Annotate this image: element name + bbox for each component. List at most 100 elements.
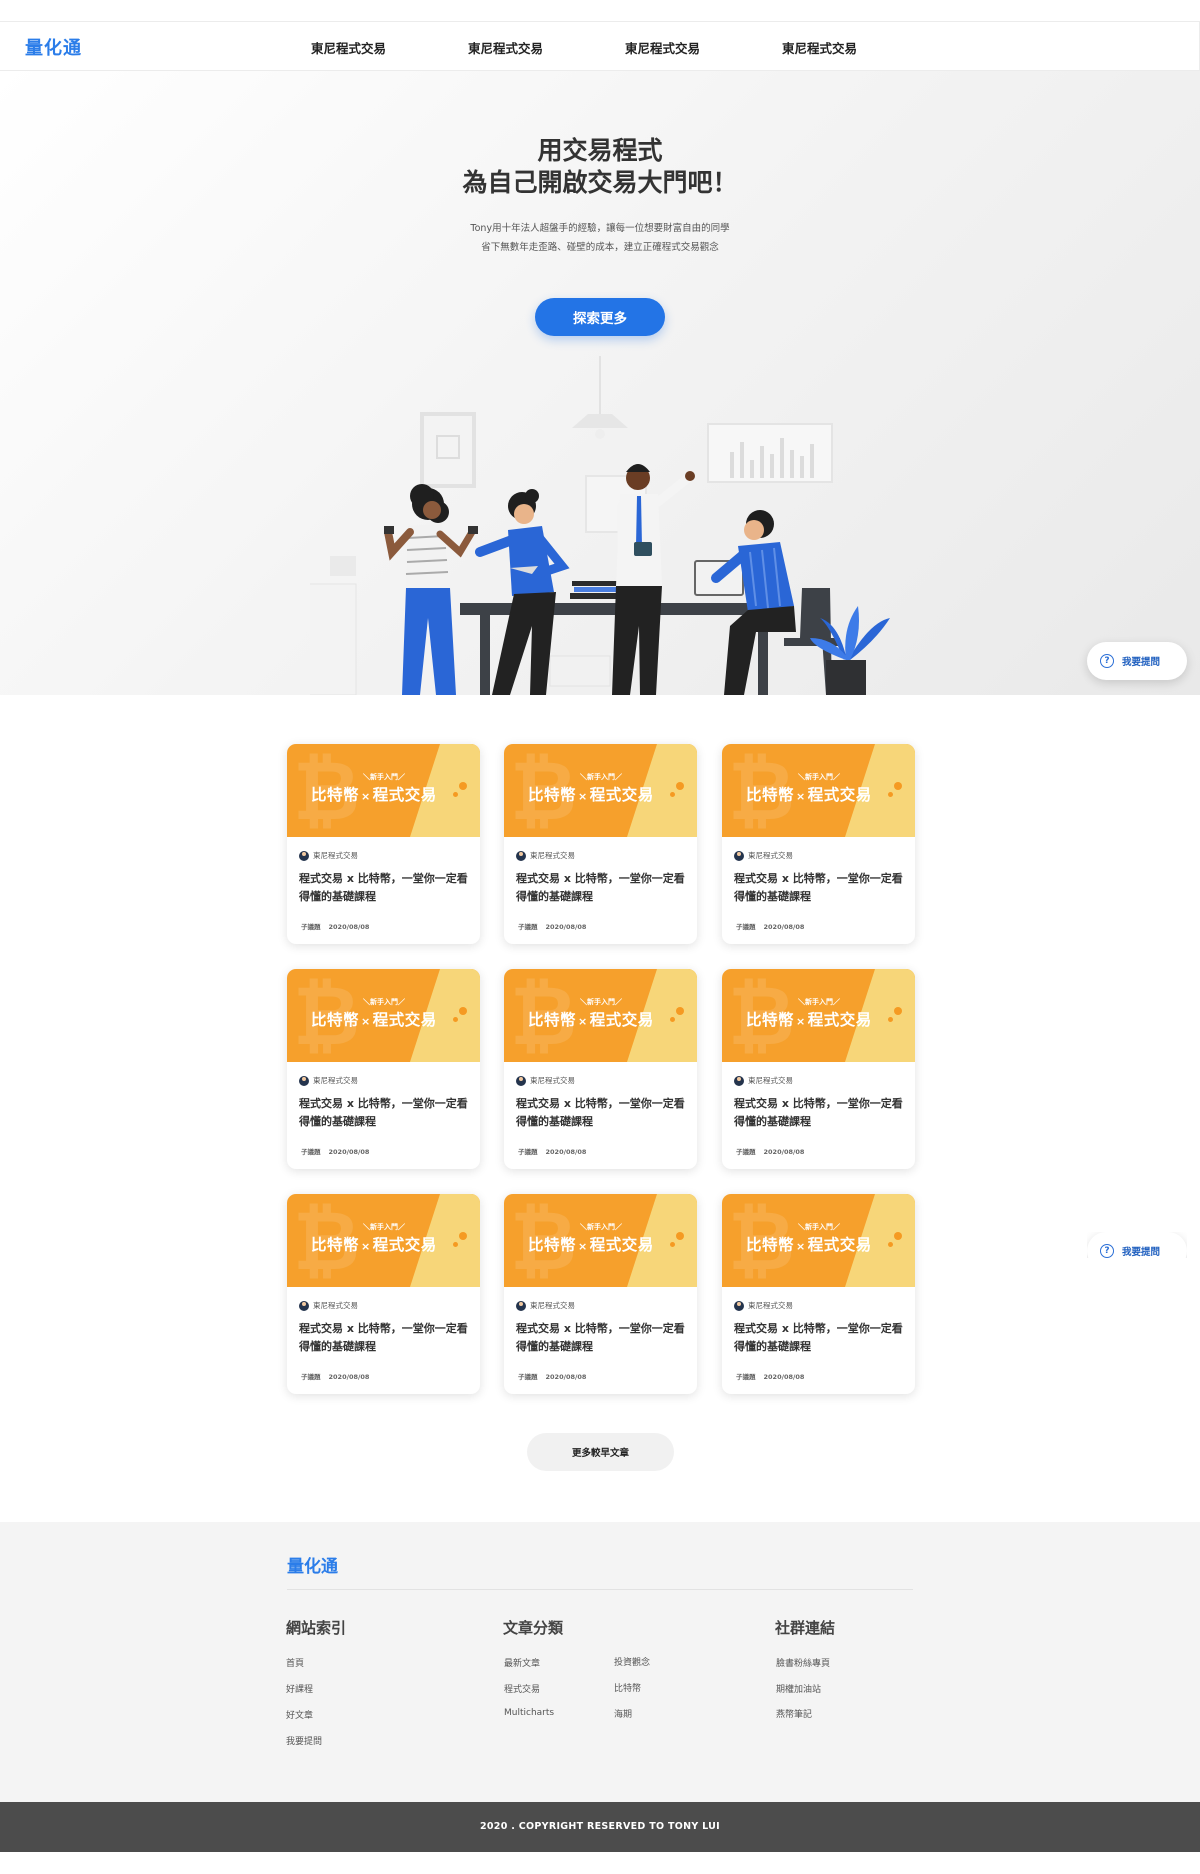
banner-coin-icon — [459, 1232, 467, 1240]
card-banner-image: ₿ ＼新手入門／ 比特幣 × 程式交易 — [287, 744, 480, 837]
card-title[interactable]: 程式交易 x 比特幣，一堂你一定看得懂的基礎課程 — [516, 1095, 686, 1131]
banner-title-b: 程式交易 — [807, 1011, 872, 1029]
card-date: 2020/08/08 — [763, 923, 805, 931]
banner-title-b: 程式交易 — [372, 1236, 437, 1254]
card-title[interactable]: 程式交易 x 比特幣，一堂你一定看得懂的基礎課程 — [299, 870, 469, 906]
card-category: 子議題 — [301, 1373, 321, 1381]
footer-logo[interactable]: 量化通 — [287, 1552, 338, 1577]
nav-link-2[interactable]: 東尼程式交易 — [468, 38, 625, 57]
banner-title-x: × — [361, 790, 371, 803]
card-category: 子議題 — [518, 1373, 538, 1381]
banner-coin-icon — [676, 1232, 684, 1240]
banner-title-b: 程式交易 — [589, 1011, 654, 1029]
article-card[interactable]: ₿ ＼新手入門／ 比特幣 × 程式交易 東尼程式交易 程式交易 x 比特幣，一堂你一定看得懂… — [287, 1194, 480, 1394]
footer-link-courses[interactable]: 好課程 — [286, 1682, 313, 1695]
card-title[interactable]: 程式交易 x 比特幣，一堂你一定看得懂的基礎課程 — [734, 1320, 904, 1356]
author-name: 東尼程式交易 — [748, 1301, 793, 1310]
banner-coin-icon — [459, 782, 467, 790]
card-title[interactable]: 程式交易 x 比特幣，一堂你一定看得懂的基礎課程 — [734, 1095, 904, 1131]
nav-link-3[interactable]: 東尼程式交易 — [625, 38, 782, 57]
footer-link-latest[interactable]: 最新文章 — [504, 1656, 540, 1669]
hero-title-line2: 為自己開啟交易大門吧！ — [462, 168, 738, 197]
article-card[interactable]: ₿ ＼新手入門／ 比特幣 × 程式交易 東尼程式交易 程式交易 x 比特幣，一堂你一定看得懂… — [287, 969, 480, 1169]
ask-label: 我要提問 — [1122, 657, 1161, 668]
ask-question-button[interactable]: ? 我要提問 — [1087, 642, 1187, 680]
card-title[interactable]: 程式交易 x 比特幣，一堂你一定看得懂的基礎課程 — [516, 1320, 686, 1356]
footer-link-bitcoin[interactable]: 比特幣 — [614, 1681, 641, 1694]
card-title[interactable]: 程式交易 x 比特幣，一堂你一定看得懂的基礎課程 — [299, 1095, 469, 1131]
banner-title-a: 比特幣 — [528, 1236, 577, 1254]
footer-heading-categories: 文章分類 — [503, 1619, 564, 1637]
author-avatar — [299, 850, 309, 861]
nav-link-1[interactable]: 東尼程式交易 — [311, 38, 468, 57]
footer-link-articles[interactable]: 好文章 — [286, 1708, 313, 1721]
card-meta: 子議題 2020/08/08 — [736, 1146, 812, 1156]
card-author: 東尼程式交易 — [734, 1075, 793, 1086]
card-meta: 子議題 2020/08/08 — [301, 1146, 377, 1156]
banner-tag: ＼新手入門／ — [580, 998, 622, 1006]
card-date: 2020/08/08 — [763, 1373, 805, 1381]
card-author: 東尼程式交易 — [516, 1300, 575, 1311]
article-card[interactable]: ₿ ＼新手入門／ 比特幣 × 程式交易東尼程式交易程式交易 x 比特幣，一堂你一定看得懂… — [504, 1194, 697, 1394]
banner-coin-icon — [459, 1007, 467, 1015]
article-card[interactable]: ₿ ＼新手入門／ 比特幣 × 程式交易 東尼程式交易 程式交易 x 比特幣，一堂你一定看得懂… — [722, 1194, 915, 1394]
nav-link-4[interactable]: 東尼程式交易 — [782, 38, 939, 57]
author-avatar — [734, 1300, 744, 1311]
office-team-illustration — [310, 356, 890, 695]
card-date: 2020/08/08 — [328, 1373, 370, 1381]
article-card[interactable]: ₿ ＼新手入門／ 比特幣 × 程式交易東尼程式交易程式交易 x 比特幣，一堂你一定看得懂… — [287, 744, 480, 944]
banner-title-a: 比特幣 — [311, 1011, 360, 1029]
footer-link-multicharts[interactable]: Multicharts — [504, 1708, 554, 1718]
footer-link-program-trading[interactable]: 程式交易 — [504, 1682, 540, 1695]
footer-link-investment-concept[interactable]: 投資觀念 — [614, 1655, 650, 1668]
banner-title-b: 程式交易 — [589, 1236, 654, 1254]
banner-title-a: 比特幣 — [528, 786, 577, 804]
banner-title: 比特幣 × 程式交易 — [746, 783, 872, 805]
footer-link-home[interactable]: 首頁 — [286, 1656, 304, 1669]
banner-tag: ＼新手入門／ — [580, 773, 622, 781]
card-title[interactable]: 程式交易 x 比特幣，一堂你一定看得懂的基礎課程 — [299, 1320, 469, 1356]
banner-coin-icon — [453, 1242, 458, 1247]
banner-title-a: 比特幣 — [746, 1011, 795, 1029]
card-author: 東尼程式交易 — [299, 1300, 358, 1311]
banner-title: 比特幣 × 程式交易 — [746, 1233, 872, 1255]
card-category: 子議題 — [518, 923, 538, 931]
banner-tag: ＼新手入門／ — [580, 1223, 622, 1231]
card-author: 東尼程式交易 — [299, 850, 358, 861]
footer-link-ask[interactable]: 我要提問 — [286, 1734, 322, 1747]
article-card[interactable]: ₿ ＼新手入門／ 比特幣 × 程式交易 東尼程式交易 程式交易 x 比特幣，一堂你一定看得懂… — [722, 744, 915, 944]
banner-tag: ＼新手入門／ — [798, 998, 840, 1006]
hero-subtitle-line1: Tony用十年法人超盤手的經驗，讓每一位想要財富自由的同學 — [470, 223, 730, 234]
footer-divider — [287, 1589, 913, 1590]
card-meta: 子議題 2020/08/08 — [736, 1371, 812, 1381]
banner-title-a: 比特幣 — [528, 1011, 577, 1029]
author-name: 東尼程式交易 — [530, 1076, 575, 1085]
card-title[interactable]: 程式交易 x 比特幣，一堂你一定看得懂的基礎課程 — [516, 870, 686, 906]
article-card[interactable]: ₿ ＼新手入門／ 比特幣 × 程式交易 東尼程式交易 程式交易 x 比特幣，一堂你一定看得懂… — [504, 744, 697, 944]
footer-link-facebook[interactable]: 臉書粉絲專頁 — [776, 1656, 830, 1669]
explore-more-button[interactable]: 探索更多 — [535, 298, 665, 336]
card-meta: 子議題 2020/08/08 — [301, 921, 377, 931]
article-card[interactable]: ₿ ＼新手入門／ 比特幣 × 程式交易 東尼程式交易 程式交易 x 比特幣，一堂你一定看得懂… — [722, 969, 915, 1169]
card-banner-image: ₿ ＼新手入門／ 比特幣 × 程式交易 — [504, 1194, 697, 1287]
banner-title-a: 比特幣 — [311, 1236, 360, 1254]
more-older-articles-button[interactable]: 更多較早文章 — [527, 1433, 674, 1471]
ask-question-button[interactable]: ? 我要提問 — [1087, 1232, 1187, 1258]
footer-link-overseas-futures[interactable]: 海期 — [614, 1707, 632, 1720]
card-category: 子議題 — [736, 1373, 756, 1381]
article-card[interactable]: ₿ ＼新手入門／ 比特幣 × 程式交易 東尼程式交易 程式交易 x 比特幣，一堂你一定看得懂… — [504, 969, 697, 1169]
card-title[interactable]: 程式交易 x 比特幣，一堂你一定看得懂的基礎課程 — [734, 870, 904, 906]
banner-title-b: 程式交易 — [589, 786, 654, 804]
banner-title-a: 比特幣 — [746, 786, 795, 804]
footer-link-crypto-notes[interactable]: 燕幣筆記 — [776, 1707, 812, 1720]
site-logo[interactable]: 量化通 — [25, 34, 82, 60]
author-avatar — [734, 1075, 744, 1086]
card-date: 2020/08/08 — [545, 1373, 587, 1381]
banner-tag: ＼新手入門／ — [798, 1223, 840, 1231]
footer-heading-site-index: 網站索引 — [286, 1619, 347, 1637]
author-avatar — [516, 1075, 526, 1086]
card-banner-image: ₿ ＼新手入門／ 比特幣 × 程式交易 — [504, 744, 697, 837]
card-meta: 子議題 2020/08/08 — [518, 1146, 594, 1156]
author-name: 東尼程式交易 — [530, 1301, 575, 1310]
footer-link-options-station[interactable]: 期權加油站 — [776, 1682, 821, 1695]
